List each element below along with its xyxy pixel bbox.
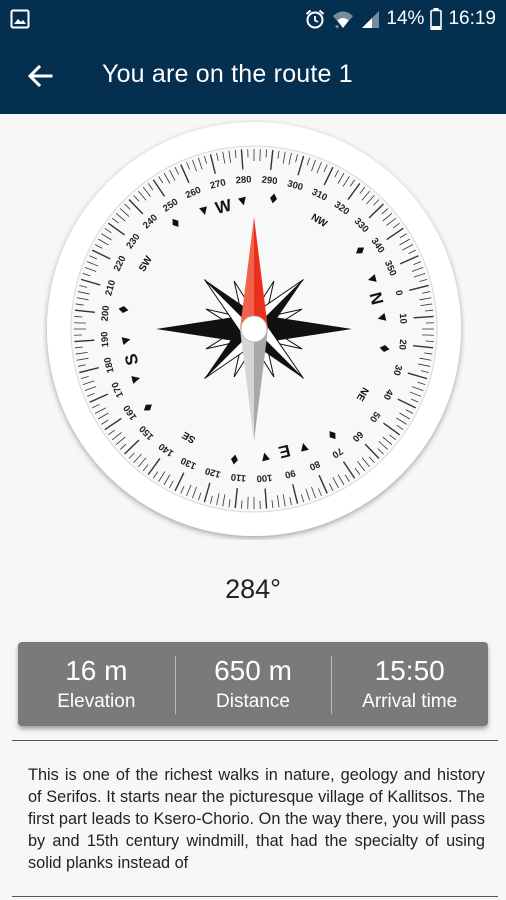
dial-degree-label: 190 xyxy=(99,331,111,348)
battery-percent: 14% xyxy=(386,8,425,29)
status-bar: + 14% 16:19 xyxy=(0,0,506,38)
battery-icon xyxy=(430,8,443,30)
stat-arrival-time: 15:50 Arrival time xyxy=(331,642,488,726)
signal-icon xyxy=(360,9,380,29)
dial-degree-label: 100 xyxy=(256,472,273,484)
svg-text:+: + xyxy=(335,24,339,30)
dial-degree-label: 290 xyxy=(261,175,278,188)
stat-label: Elevation xyxy=(57,691,136,712)
dial-degree-label: 200 xyxy=(100,305,113,322)
stat-distance: 650 m Distance xyxy=(174,642,332,726)
divider xyxy=(12,896,498,897)
arrow-left-icon xyxy=(27,64,53,88)
stat-value: 15:50 xyxy=(374,655,445,686)
dial-degree-label: 110 xyxy=(230,471,246,484)
stat-value: 16 m xyxy=(65,655,128,686)
alarm-icon xyxy=(304,8,326,30)
dial-degree-label: 20 xyxy=(396,339,408,351)
route-description[interactable]: This is one of the richest walks in natu… xyxy=(28,764,485,880)
divider xyxy=(12,740,498,741)
route-stats-panel: 16 m Elevation 650 m Distance 15:50 Arri… xyxy=(18,642,488,726)
stat-elevation: 16 m Elevation xyxy=(18,642,175,726)
app-bar: You are on the route 1 xyxy=(0,38,506,114)
stat-value: 650 m xyxy=(214,655,292,686)
stat-label: Distance xyxy=(216,691,290,712)
dial-degree-label: 280 xyxy=(235,174,252,186)
page-title: You are on the route 1 xyxy=(102,60,353,88)
stat-label: Arrival time xyxy=(362,691,458,712)
compass: 0 10 20 30 40 50 60 70 80 90 100 110 120 130 140 150 160… xyxy=(43,118,465,540)
gallery-icon xyxy=(10,9,30,34)
wifi-icon: + xyxy=(332,8,354,30)
clock: 16:19 xyxy=(448,8,496,29)
back-button[interactable] xyxy=(22,58,58,94)
heading-readout: 284° xyxy=(225,574,281,604)
needle-pivot xyxy=(240,315,268,343)
dial-degree-label: 10 xyxy=(397,313,409,324)
